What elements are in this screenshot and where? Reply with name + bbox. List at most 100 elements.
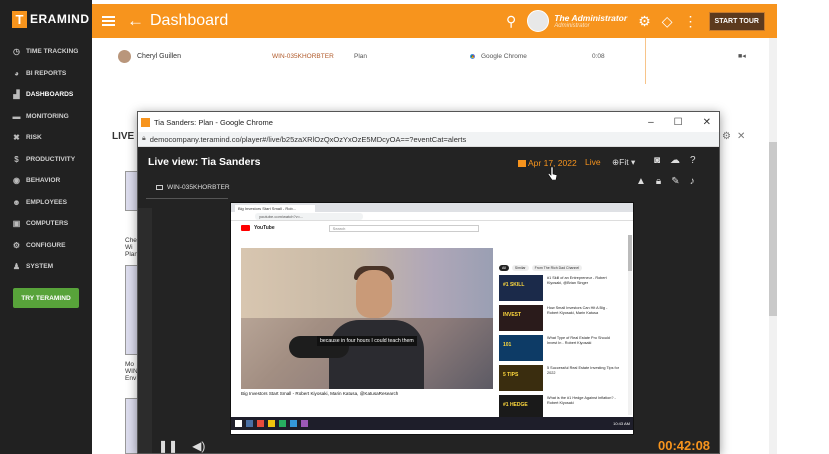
remote-tabstrip: Big Investors Start Small - Rob... [231,203,633,212]
cloud-download-icon[interactable]: ☁ [670,155,680,166]
remote-screen[interactable]: Big Investors Start Small - Rob... youtu… [230,202,634,435]
teramind-logo[interactable]: T ERAMIND [0,0,92,38]
sidebar-item-label: RISK [26,134,42,142]
recommendation-thumbnail: #1 SKILL [499,275,543,301]
computer-tab-label: WIN-035KHORBTER [167,184,230,191]
help-chat-icon[interactable]: ? [690,155,696,166]
user-info[interactable]: The Administrator Administrator [554,13,627,29]
clock-icon: ◷ [13,47,20,57]
scroll-thumb[interactable] [769,142,777,316]
sidebar-item-dashboards[interactable]: ▟ DASHBOARDS [0,84,92,106]
card-label: Wi [125,244,133,251]
sidebar-item-label: EMPLOYEES [26,198,68,206]
warning-icon: ✖ [13,133,20,143]
page-title: Dashboard [150,12,229,29]
live-view-window: Tia Sanders: Plan - Google Chrome – ☐ ✕ … [137,111,720,454]
more-vertical-icon[interactable]: ⋮ [684,13,698,30]
lock-icon[interactable]: 🔒︎ [142,135,146,143]
start-tour-button[interactable]: START TOUR [708,11,765,31]
sidebar-item-behavior[interactable]: ◉ BEHAVIOR [0,170,92,192]
sidebar-item-monitoring[interactable]: ▬ MONITORING [0,106,92,128]
sidebar-item-configure[interactable]: ⚙ CONFIGURE [0,235,92,257]
filter-chips: All Similar From The Rich Dad Channel [499,265,583,271]
bell-icon[interactable]: ♪ [690,176,695,187]
recommendation-item: 101 What Type of Real Estate Pro Should I… [499,335,624,361]
recommendation-thumbnail: INVEST [499,305,543,331]
address-bar[interactable]: 🔒︎ democompany.teramind.co/player#/live/… [138,132,719,147]
recommendation-item: #1 SKILL #1 Skill of an Entrepreneur - Ro… [499,275,624,301]
volume-icon[interactable]: ◀) [192,439,205,453]
sidebar-item-label: SYSTEM [26,263,54,271]
computer-tab[interactable]: WIN-035KHORBTER [156,184,230,191]
tab-underline [146,198,228,199]
hamburger-menu-icon[interactable] [102,16,115,26]
plan-name: Plan [354,53,368,60]
sidebar-item-label: TIME TRACKING [26,48,79,56]
live-link[interactable]: Live [585,157,601,167]
camera-icon[interactable]: ◙ [654,155,660,166]
recommendation-title: What Type of Real Estate Pro Should Inve… [547,336,610,345]
youtube-logo-icon [241,225,250,231]
calendar-icon [518,159,526,167]
monitor-icon [156,185,163,190]
gear-icon: ⚙ [12,240,21,250]
page-margin [783,0,829,454]
logo-text: ERAMIND [30,12,90,26]
window-titlebar[interactable]: Tia Sanders: Plan - Google Chrome – ☐ ✕ [138,112,719,132]
computer-name[interactable]: WIN-035KHORBTER [272,53,334,60]
sidebar-item-label: PRODUCTIVITY [26,155,76,163]
user-role: Administrator [554,23,590,29]
youtube-logo-text: YouTube [254,225,275,231]
sidebar-item-label: MONITORING [26,112,69,120]
sidebar-item-computers[interactable]: ▣ COMPUTERS [0,213,92,235]
session-thumbnails [138,208,152,453]
diamond-alert-icon[interactable]: ◇ [662,13,673,30]
page-scrollbar[interactable] [769,38,777,454]
user-name: The Administrator [554,13,628,23]
employee-name: Cheryl Guillen [137,53,181,60]
card-actions: ⚙ ✕ [722,131,745,142]
avatar[interactable] [527,10,550,32]
sidebar-item-employees[interactable]: ☻ EMPLOYEES [0,192,92,214]
sidebar-item-system[interactable]: ♟ SYSTEM [0,256,92,278]
tag-icon[interactable]: ✎ [671,176,679,187]
app-cell: Google Chrome [468,52,527,61]
url-text[interactable]: democompany.teramind.co/player#/live/b25… [150,135,466,144]
warning-icon[interactable]: ▲ [636,176,646,187]
sidebar: T ERAMIND ◷ TIME TRACKING ◕ BI REPORTS ▟ DASH… [0,0,92,454]
sidebar-item-risk[interactable]: ✖ RISK [0,127,92,149]
maximize-icon[interactable]: ☐ [674,117,683,128]
recommendation-item: INVEST How Small Investors Can Hit A Big … [499,305,624,331]
sidebar-item-label: BI REPORTS [26,69,67,77]
close-icon[interactable]: ✕ [703,117,711,128]
table-row[interactable]: Cheryl Guillen WIN-035KHORBTER Plan Goog… [118,50,758,66]
back-arrow-icon[interactable]: ← [127,11,144,31]
minimize-icon[interactable]: – [648,117,654,128]
sidebar-item-bi-reports[interactable]: ◕ BI REPORTS [0,63,92,85]
sidebar-item-time-tracking[interactable]: ◷ TIME TRACKING [0,41,92,63]
taskbar-clock: 10:43 AM [613,421,630,426]
pause-icon[interactable]: ❚❚ [158,439,178,453]
video-camera-icon[interactable]: ■◂ [738,52,746,60]
card-label: Che [125,237,137,244]
close-icon[interactable]: ✕ [737,131,745,142]
search-icon[interactable]: ⚲ [506,13,516,30]
lock-icon[interactable]: 🔒︎ [656,176,661,187]
recommendation-title: 5 Successful Real Estate Investing Tips … [547,366,619,375]
zoom-fit-control[interactable]: ⊕Fit ▾ [612,157,635,168]
remote-address-bar: youtube.com/watch?v=... [231,212,633,221]
session-timer: 00:42:08 [658,438,711,453]
sidebar-item-productivity[interactable]: $ PRODUCTIVITY [0,149,92,171]
video-player: because in four hours I could teach them [241,248,493,389]
computer-icon: ▣ [12,219,21,229]
gear-icon[interactable]: ⚙ [722,131,731,142]
viewer-title: Live view: Tia Sanders [148,156,261,168]
youtube-search: Search [328,224,479,232]
gear-icon[interactable]: ⚙ [638,13,651,30]
chart-icon: ◕ [14,68,19,78]
try-teramind-button[interactable]: TRY TERAMIND [13,288,79,308]
recommendation-title: #1 Skill of an Entrepreneur - Robert Kiy… [547,276,607,285]
recommendation-title: What is the #1 Hedge Against Inflation? … [547,396,616,405]
card-label: Env [125,375,137,382]
app-name: Google Chrome [481,53,527,60]
